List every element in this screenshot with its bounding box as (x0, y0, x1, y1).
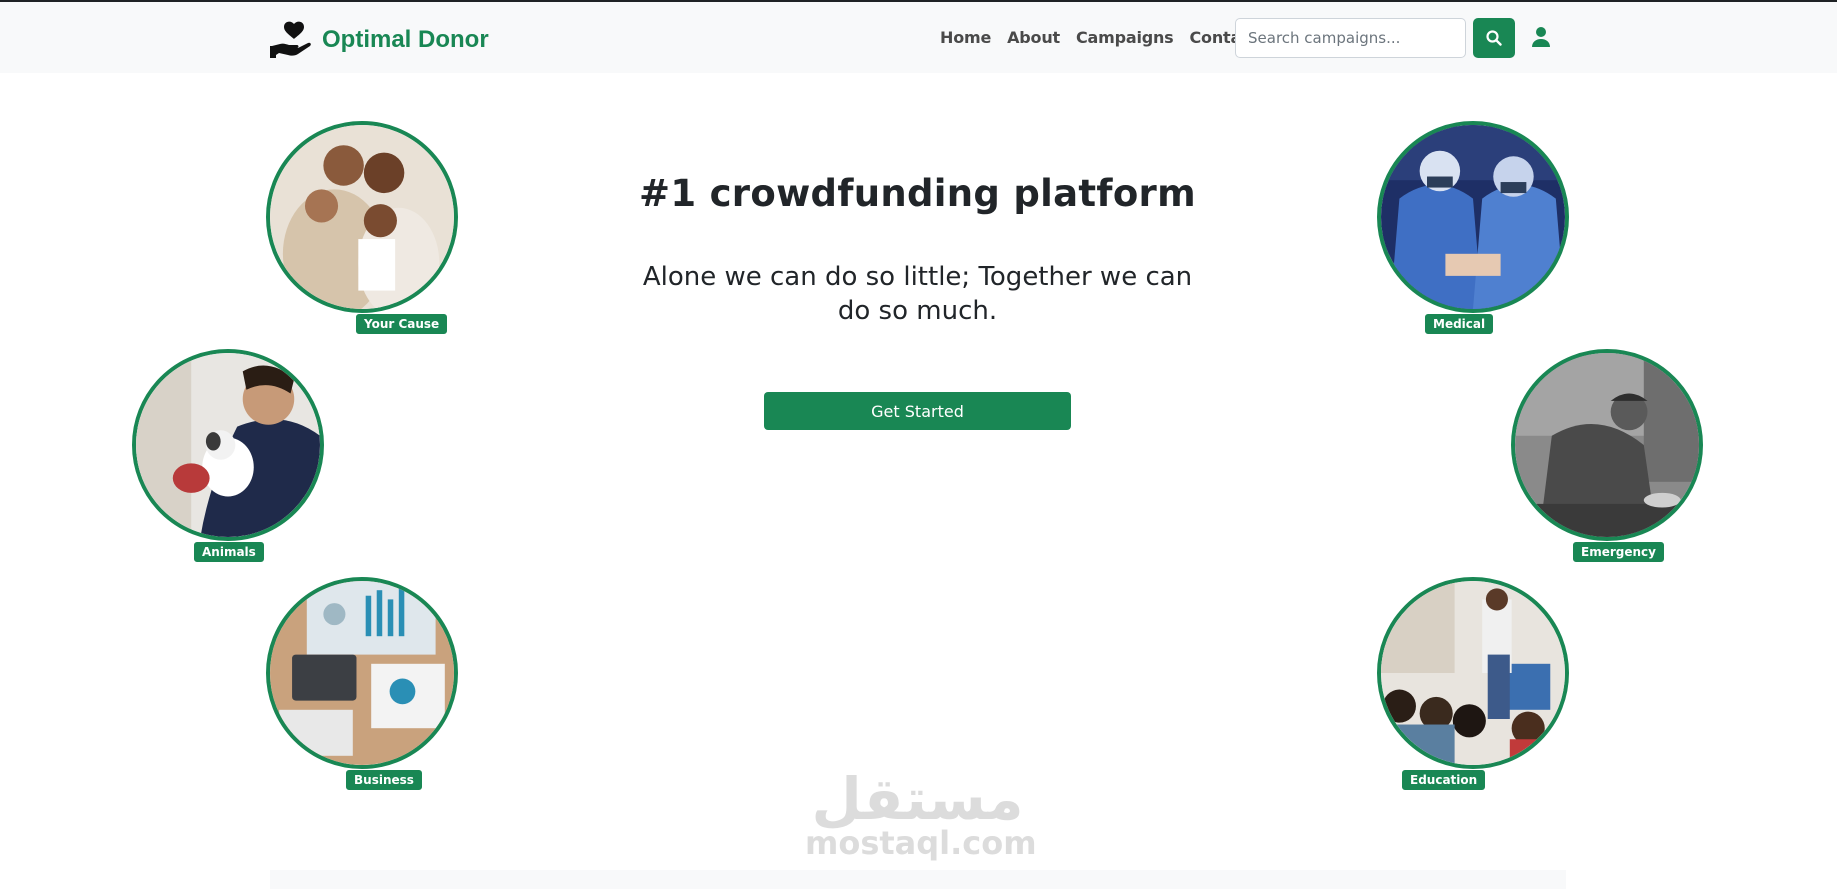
brand-link[interactable]: Optimal Donor (270, 20, 489, 60)
get-started-button[interactable]: Get Started (764, 392, 1071, 430)
search-button[interactable] (1473, 18, 1515, 58)
footer-strip (270, 870, 1566, 889)
watermark-latin: mostaql.com (805, 824, 1037, 862)
surgeons-operating-photo (1377, 121, 1569, 313)
nav-about[interactable]: About (1007, 28, 1060, 47)
category-label: Emergency (1572, 541, 1665, 563)
calculator-charts-photo (266, 577, 458, 769)
heart-hand-icon (270, 21, 311, 58)
watermark-arabic: مستقل (811, 765, 1024, 833)
search-icon (1486, 30, 1502, 46)
nav-links: Home About Campaigns Contact (940, 28, 1274, 47)
category-label: Animals (193, 541, 265, 563)
search-input[interactable] (1235, 18, 1466, 58)
nav-home[interactable]: Home (940, 28, 991, 47)
navbar: Optimal Donor Home About Campaigns Conta… (0, 2, 1837, 73)
classroom-children-photo (1377, 577, 1569, 769)
category-label: Business (345, 769, 423, 791)
homeless-man-photo (1511, 349, 1703, 541)
hero-subtitle: Alone we can do so little; Together we c… (642, 262, 1193, 326)
category-label: Your Cause (355, 313, 449, 335)
brand-name: Optimal Donor (322, 26, 489, 53)
family-hug-photo (266, 121, 458, 313)
category-label: Education (1401, 769, 1487, 791)
person-with-cat-photo (132, 349, 324, 541)
user-icon[interactable] (1530, 26, 1552, 48)
nav-campaigns[interactable]: Campaigns (1076, 28, 1174, 47)
watermark: مستقل mostaql.com (805, 765, 1037, 862)
category-label: Medical (1424, 313, 1495, 335)
hero-title: #1 crowdfunding platform (639, 172, 1196, 215)
